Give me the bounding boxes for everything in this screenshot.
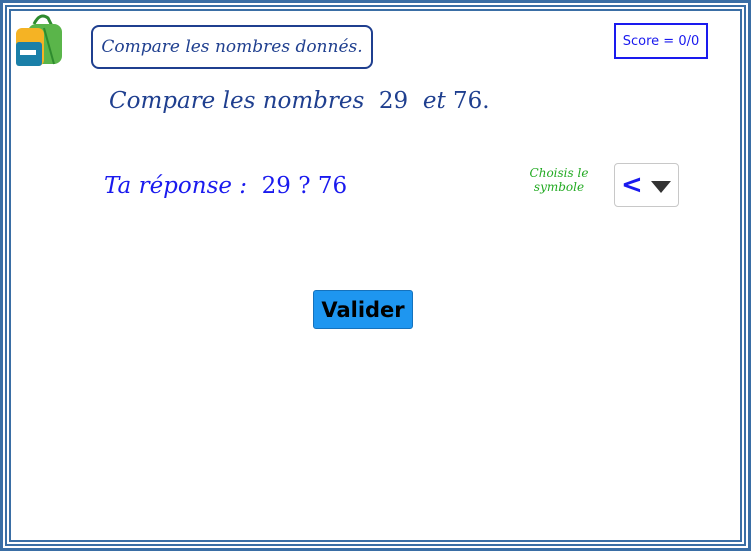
score-text: Score = 0/0 xyxy=(622,33,700,49)
validate-button[interactable]: Valider xyxy=(313,290,413,329)
answer-line: Ta réponse : 29 ? 76 xyxy=(104,173,347,199)
question-second-number: 76. xyxy=(453,88,490,114)
backpack-icon xyxy=(16,14,62,66)
instruction-title: Compare les nombres donnés. xyxy=(91,25,373,69)
symbol-hint: Choisis le symbole xyxy=(529,166,589,194)
caret-down-icon xyxy=(650,181,671,193)
answer-label: Ta réponse : xyxy=(104,173,248,199)
answer-expression: 29 ? 76 xyxy=(261,173,348,199)
question-text: Compare les nombres 29 et 76. xyxy=(109,88,490,114)
instruction-title-text: Compare les nombres donnés. xyxy=(101,37,363,57)
question-prefix: Compare les nombres xyxy=(109,88,365,114)
question-first-number: 29 xyxy=(378,88,409,114)
validate-button-label: Valider xyxy=(321,297,405,322)
question-connector: et xyxy=(422,88,446,114)
symbol-select[interactable]: < xyxy=(614,163,679,207)
symbol-select-value: < xyxy=(621,170,643,200)
score-display: Score = 0/0 xyxy=(614,23,708,59)
